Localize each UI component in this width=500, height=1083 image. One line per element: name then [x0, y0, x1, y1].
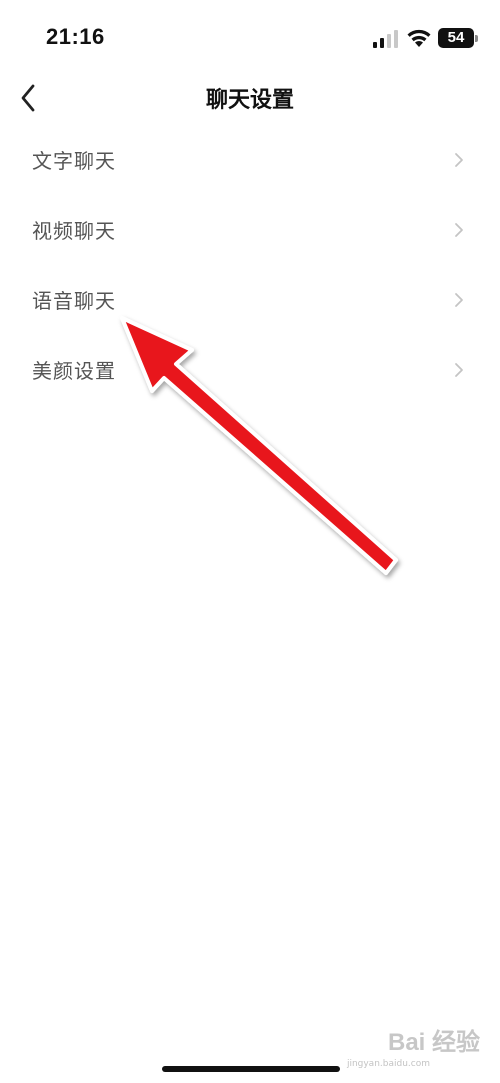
watermark-url: jingyan.baidu.com [346, 1059, 430, 1069]
settings-item-text-chat[interactable]: 文字聊天 [0, 125, 500, 195]
baidu-jingyan-watermark: Bai 经验 [387, 1029, 480, 1056]
chevron-right-icon [455, 153, 463, 167]
settings-list: 文字聊天 视频聊天 语音聊天 美颜设置 [0, 125, 500, 405]
wifi-icon [407, 29, 431, 47]
settings-item-label: 视频聊天 [32, 219, 116, 243]
chevron-right-icon [455, 363, 463, 377]
page-title: 聊天设置 [205, 88, 294, 113]
home-indicator[interactable] [162, 1066, 340, 1072]
status-bar: 21:16 54 [0, 0, 500, 78]
battery-level: 54 [447, 29, 465, 46]
signal-icon [373, 30, 398, 48]
settings-item-video-chat[interactable]: 视频聊天 [0, 195, 500, 265]
nav-bar: 聊天设置 [0, 78, 500, 118]
battery-icon: 54 [438, 28, 478, 48]
settings-item-label: 美颜设置 [32, 359, 116, 383]
status-time: 21:16 [46, 24, 105, 49]
settings-item-label: 语音聊天 [32, 289, 116, 313]
chevron-right-icon [455, 223, 463, 237]
settings-item-label: 文字聊天 [32, 149, 116, 173]
settings-item-voice-chat[interactable]: 语音聊天 [0, 265, 500, 335]
chat-settings-screen: 21:16 54 聊天设置 文字聊天 视频聊天 语音聊天 美颜设置 Bai 经验… [0, 0, 500, 1083]
settings-item-beauty[interactable]: 美颜设置 [0, 335, 500, 405]
chevron-right-icon [455, 293, 463, 307]
